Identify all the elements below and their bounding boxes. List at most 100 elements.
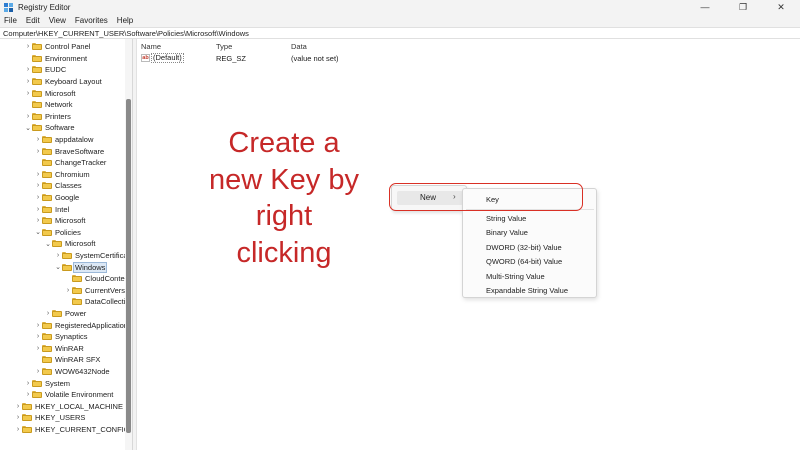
chevron-right-icon[interactable]: › — [34, 206, 42, 213]
value-name: (Default) — [151, 53, 184, 63]
chevron-right-icon[interactable]: › — [14, 426, 22, 433]
maximize-button[interactable]: ❐ — [724, 0, 762, 14]
chevron-right-icon[interactable]: › — [14, 414, 22, 421]
tree-item[interactable]: › CurrentVersi — [64, 285, 128, 297]
tree-item-label: HKEY_CURRENT_CONFIG — [35, 425, 130, 435]
chevron-right-icon[interactable]: › — [24, 66, 32, 73]
tree-item[interactable]: › Microsoft — [34, 215, 86, 227]
tree-item[interactable]: › Chromium — [34, 169, 91, 181]
value-row-default[interactable]: ab (Default) REG_SZ (value not set) — [139, 53, 439, 64]
chevron-right-icon[interactable]: › — [34, 171, 42, 178]
folder-icon — [62, 263, 72, 271]
chevron-down-icon[interactable]: ⌄ — [54, 263, 62, 271]
chevron-down-icon[interactable]: ⌄ — [24, 124, 32, 132]
tree-item-label: Microsoft — [65, 239, 96, 249]
tree-item-label: WinRAR — [55, 343, 84, 353]
submenu-binary-value[interactable]: Binary Value — [486, 228, 528, 237]
folder-icon — [42, 356, 52, 364]
menu-favorites[interactable]: Favorites — [75, 16, 108, 25]
tree-item-label: HKEY_LOCAL_MACHINE — [35, 401, 123, 411]
chevron-right-icon[interactable]: › — [24, 391, 32, 398]
tree-item[interactable]: › RegisteredApplication — [34, 319, 129, 331]
tree-item[interactable]: › SystemCertifica — [54, 250, 129, 262]
tree-item-label: appdatalow — [55, 135, 94, 145]
column-header-data[interactable]: Data — [291, 42, 307, 51]
tree-item[interactable]: › Google — [34, 192, 80, 204]
tree-item[interactable]: › appdatalow — [34, 134, 94, 146]
chevron-right-icon[interactable]: › — [24, 90, 32, 97]
column-header-type[interactable]: Type — [216, 42, 232, 51]
tree-item[interactable]: ⌄ Microsoft — [44, 238, 96, 250]
folder-icon — [32, 66, 42, 74]
chevron-right-icon[interactable]: › — [64, 287, 72, 294]
tree-item[interactable]: Environment — [24, 53, 88, 65]
chevron-right-icon[interactable]: › — [34, 345, 42, 352]
chevron-right-icon[interactable]: › — [34, 136, 42, 143]
tree-item[interactable]: CloudConte — [64, 273, 126, 285]
tree-item[interactable]: ⌄ Windows — [54, 261, 108, 273]
submenu-qword-value[interactable]: QWORD (64-bit) Value — [486, 257, 562, 266]
tree-item[interactable]: › HKEY_CURRENT_CONFIG — [14, 424, 131, 436]
tree-item-label: EUDC — [45, 65, 67, 75]
chevron-right-icon[interactable]: › — [14, 403, 22, 410]
submenu-dword-value[interactable]: DWORD (32-bit) Value — [486, 243, 562, 252]
chevron-right-icon[interactable]: › — [24, 380, 32, 387]
tree-item[interactable]: › EUDC — [24, 64, 67, 76]
chevron-right-icon[interactable]: › — [54, 252, 62, 259]
menu-help[interactable]: Help — [117, 16, 133, 25]
tree-item[interactable]: › Keyboard Layout — [24, 76, 103, 88]
folder-icon — [52, 240, 62, 248]
folder-icon — [72, 298, 82, 306]
chevron-right-icon[interactable]: › — [34, 194, 42, 201]
chevron-right-icon[interactable]: › — [44, 310, 52, 317]
chevron-right-icon[interactable]: › — [34, 182, 42, 189]
tree-scrollbar[interactable] — [125, 39, 132, 450]
menu-file[interactable]: File — [4, 16, 17, 25]
minimize-button[interactable]: — — [686, 0, 724, 14]
chevron-right-icon[interactable]: › — [34, 333, 42, 340]
tree-item-label: CurrentVersi — [85, 285, 127, 295]
tree-item[interactable]: › Intel — [34, 203, 70, 215]
tree-item-label: Synaptics — [55, 332, 88, 342]
menu-view[interactable]: View — [49, 16, 66, 25]
menu-edit[interactable]: Edit — [26, 16, 40, 25]
tree-item[interactable]: › BraveSoftware — [34, 145, 105, 157]
tree-item[interactable]: › System — [24, 377, 71, 389]
chevron-right-icon[interactable]: › — [34, 217, 42, 224]
tree-item[interactable]: › WOW6432Node — [34, 366, 111, 378]
chevron-right-icon[interactable]: › — [24, 78, 32, 85]
close-button[interactable]: ✕ — [762, 0, 800, 14]
tree-item[interactable]: ChangeTracker — [34, 157, 107, 169]
chevron-down-icon[interactable]: ⌄ — [34, 228, 42, 236]
tree-item[interactable]: Network — [24, 99, 74, 111]
tree-item[interactable]: › Microsoft — [24, 87, 76, 99]
submenu-expandable-string-value[interactable]: Expandable String Value — [486, 286, 568, 295]
tree-item[interactable]: WinRAR SFX — [34, 354, 101, 366]
tree-item[interactable]: ⌄ Policies — [34, 227, 82, 239]
tree-item[interactable]: › Classes — [34, 180, 83, 192]
address-bar[interactable]: Computer\HKEY_CURRENT_USER\Software\Poli… — [0, 27, 800, 39]
chevron-right-icon[interactable]: › — [24, 113, 32, 120]
tree-item-label: Environment — [45, 53, 88, 63]
tree-item[interactable]: › HKEY_USERS — [14, 412, 86, 424]
chevron-right-icon[interactable]: › — [34, 322, 42, 329]
value-type: REG_SZ — [216, 54, 247, 63]
tree-scrollbar-thumb[interactable] — [126, 99, 131, 433]
chevron-right-icon[interactable]: › — [34, 368, 42, 375]
tree-item[interactable]: › Volatile Environment — [24, 389, 114, 401]
chevron-down-icon[interactable]: ⌄ — [44, 240, 52, 248]
submenu-multi-string-value[interactable]: Multi-String Value — [486, 272, 545, 281]
tree-item[interactable]: ⌄ Software — [24, 122, 76, 134]
tree-item[interactable]: › Printers — [24, 111, 72, 123]
chevron-right-icon[interactable]: › — [34, 148, 42, 155]
tree-item[interactable]: › WinRAR — [34, 343, 85, 355]
tree-item[interactable]: DataCollecti — [64, 296, 126, 308]
chevron-right-icon[interactable]: › — [24, 43, 32, 50]
tree-item[interactable]: › HKEY_LOCAL_MACHINE — [14, 401, 124, 413]
tree-item[interactable]: › Synaptics — [34, 331, 89, 343]
tree-item[interactable]: › Power — [44, 308, 87, 320]
column-header-name[interactable]: Name — [141, 42, 161, 51]
tree-item-label: Keyboard Layout — [45, 77, 102, 87]
tree-item[interactable]: › Control Panel — [24, 41, 91, 53]
submenu-string-value[interactable]: String Value — [486, 214, 526, 223]
